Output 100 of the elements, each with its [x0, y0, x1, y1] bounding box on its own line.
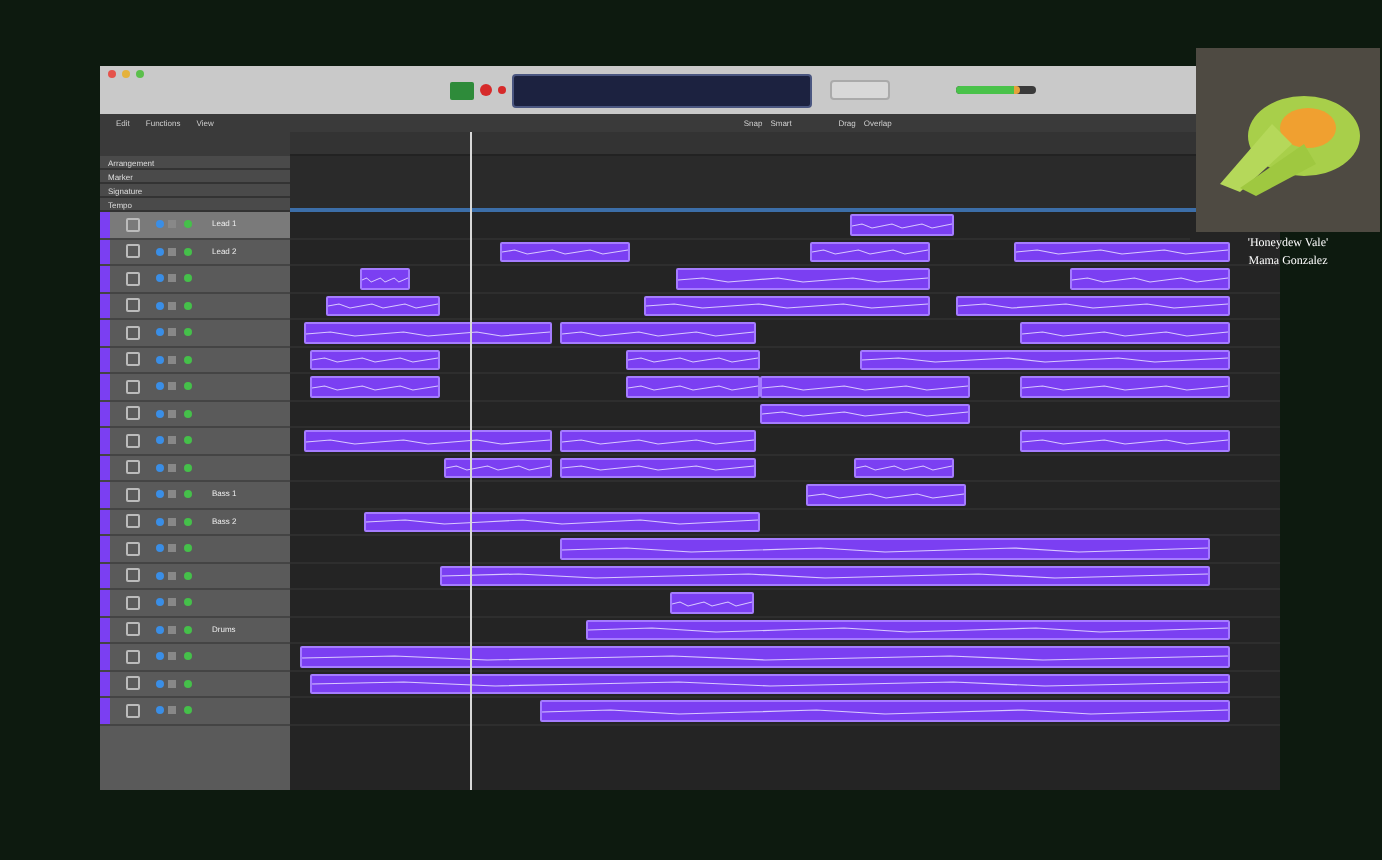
midi-region[interactable]	[860, 349, 1230, 370]
midi-region[interactable]	[364, 511, 760, 532]
mute-icon[interactable]	[168, 409, 176, 418]
power-icon[interactable]	[156, 679, 164, 688]
input-icon[interactable]	[184, 301, 192, 310]
input-icon[interactable]	[184, 517, 192, 526]
input-icon[interactable]	[184, 355, 192, 364]
track-header[interactable]	[100, 536, 290, 563]
track-header[interactable]	[100, 401, 290, 428]
input-icon[interactable]	[184, 598, 192, 607]
mute-icon[interactable]	[168, 679, 176, 688]
track-header[interactable]	[100, 266, 290, 293]
note-pattern-drawing	[502, 248, 628, 256]
track-header[interactable]	[100, 671, 290, 698]
play-button[interactable]	[450, 81, 474, 99]
lcd-button-group[interactable]	[830, 80, 890, 100]
input-icon[interactable]	[184, 409, 192, 418]
midi-region[interactable]	[440, 565, 1210, 586]
midi-region[interactable]	[1014, 241, 1230, 262]
power-icon[interactable]	[156, 409, 164, 418]
midi-region[interactable]	[626, 349, 760, 370]
track-header[interactable]	[100, 347, 290, 374]
power-icon[interactable]	[156, 463, 164, 472]
note-pattern-drawing	[672, 599, 752, 607]
input-icon[interactable]	[184, 625, 192, 634]
midi-region[interactable]	[560, 457, 756, 478]
track-header[interactable]	[100, 563, 290, 590]
input-icon[interactable]	[184, 382, 192, 391]
input-icon[interactable]	[184, 652, 192, 661]
mute-icon[interactable]	[168, 490, 176, 499]
midi-region[interactable]	[310, 349, 440, 370]
input-icon[interactable]	[184, 463, 192, 472]
track-header[interactable]	[100, 428, 290, 455]
input-icon[interactable]	[184, 490, 192, 499]
stop-icon[interactable]	[498, 86, 506, 94]
power-icon[interactable]	[156, 544, 164, 553]
input-icon[interactable]	[184, 220, 192, 229]
midi-region[interactable]	[326, 295, 440, 316]
note-pattern-drawing	[628, 356, 758, 364]
record-button[interactable]	[480, 84, 492, 96]
power-icon[interactable]	[156, 247, 164, 256]
track-header[interactable]	[100, 455, 290, 482]
note-pattern-drawing	[312, 383, 438, 391]
mute-icon[interactable]	[168, 436, 176, 445]
mute-icon[interactable]	[168, 571, 176, 580]
input-icon[interactable]	[184, 571, 192, 580]
power-icon[interactable]	[156, 490, 164, 499]
midi-region[interactable]	[310, 673, 1230, 694]
midi-region[interactable]	[760, 403, 970, 424]
mute-icon[interactable]	[168, 598, 176, 607]
input-icon[interactable]	[184, 544, 192, 553]
input-icon[interactable]	[184, 328, 192, 337]
power-icon[interactable]	[156, 652, 164, 661]
track-header[interactable]	[100, 698, 290, 725]
track-header[interactable]	[100, 293, 290, 320]
midi-region[interactable]	[810, 241, 930, 262]
track-header[interactable]	[100, 590, 290, 617]
power-icon[interactable]	[156, 598, 164, 607]
power-icon[interactable]	[156, 382, 164, 391]
input-icon[interactable]	[184, 436, 192, 445]
midi-region[interactable]	[956, 295, 1230, 316]
note-pattern-drawing	[446, 464, 550, 472]
mute-icon[interactable]	[168, 625, 176, 634]
power-icon[interactable]	[156, 274, 164, 283]
power-icon[interactable]	[156, 301, 164, 310]
mute-icon[interactable]	[168, 517, 176, 526]
note-pattern-drawing	[362, 275, 408, 283]
volume-slider-track[interactable]	[956, 86, 1036, 94]
power-icon[interactable]	[156, 625, 164, 634]
midi-region[interactable]	[854, 457, 954, 478]
input-icon[interactable]	[184, 247, 192, 256]
mute-icon[interactable]	[168, 652, 176, 661]
power-icon[interactable]	[156, 355, 164, 364]
mute-icon[interactable]	[168, 355, 176, 364]
note-pattern-drawing	[856, 464, 952, 472]
midi-region[interactable]	[444, 457, 552, 478]
midi-region[interactable]	[586, 619, 1230, 640]
power-icon[interactable]	[156, 706, 164, 715]
mute-icon[interactable]	[168, 274, 176, 283]
mute-icon[interactable]	[168, 328, 176, 337]
mute-icon[interactable]	[168, 382, 176, 391]
input-icon[interactable]	[184, 274, 192, 283]
input-icon[interactable]	[184, 706, 192, 715]
track-header[interactable]	[100, 320, 290, 347]
mute-icon[interactable]	[168, 301, 176, 310]
power-icon[interactable]	[156, 517, 164, 526]
input-icon[interactable]	[184, 679, 192, 688]
midi-region[interactable]	[500, 241, 630, 262]
track-header[interactable]	[100, 644, 290, 671]
power-icon[interactable]	[156, 328, 164, 337]
power-icon[interactable]	[156, 571, 164, 580]
power-icon[interactable]	[156, 436, 164, 445]
mute-icon[interactable]	[168, 706, 176, 715]
note-pattern-drawing	[312, 356, 438, 364]
mute-icon[interactable]	[168, 544, 176, 553]
mute-icon[interactable]	[168, 247, 176, 256]
mute-icon[interactable]	[168, 463, 176, 472]
midi-region[interactable]	[644, 295, 930, 316]
note-pattern-drawing	[812, 248, 928, 256]
track-header[interactable]	[100, 374, 290, 401]
